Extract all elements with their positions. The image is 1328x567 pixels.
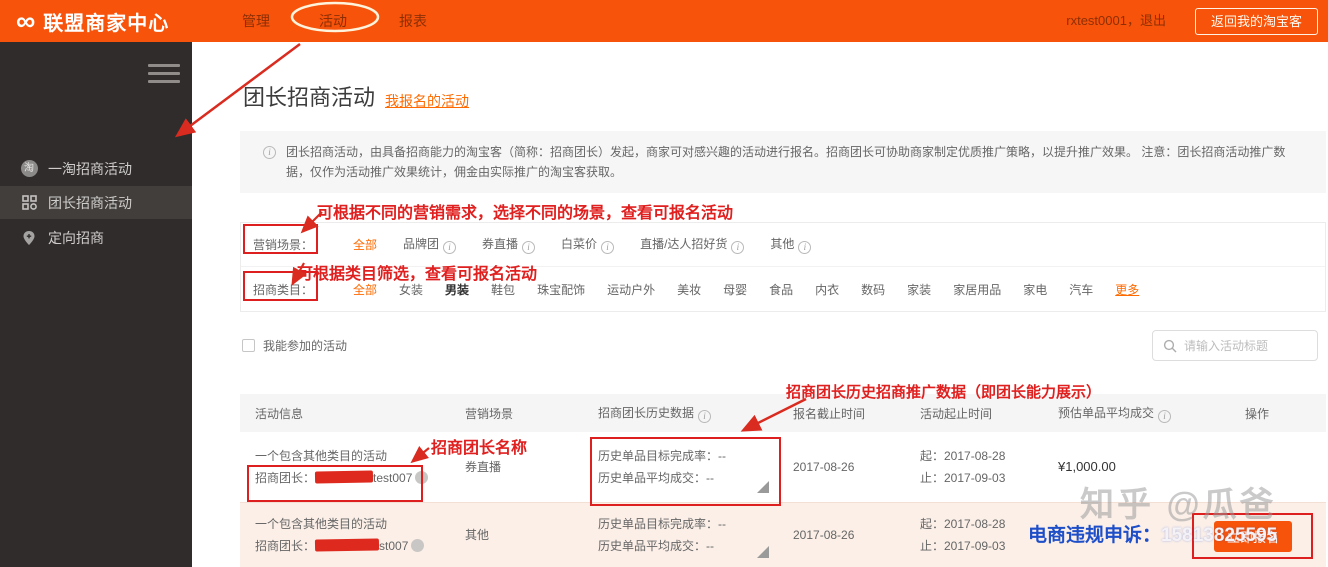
scene-cell: 其他 bbox=[465, 528, 490, 542]
grid-icon bbox=[20, 194, 38, 212]
apply-now-button[interactable]: 立即报名 bbox=[1214, 521, 1292, 552]
hamburger-menu-icon[interactable] bbox=[148, 59, 180, 88]
category-option[interactable]: 数码 bbox=[861, 281, 885, 298]
info-icon[interactable] bbox=[798, 241, 812, 254]
search-input[interactable] bbox=[1184, 338, 1304, 353]
redaction-scribble bbox=[314, 470, 374, 484]
actions-cell bbox=[1245, 432, 1326, 502]
leader-badge-icon[interactable] bbox=[411, 539, 425, 552]
table-header: 活动信息 营销场景 招商团长历史数据 报名截止时间 活动起止时间 预估单品平均成… bbox=[240, 394, 1326, 432]
history-cell: 历史单品目标完成率：-- 历史单品平均成交：-- bbox=[590, 503, 785, 567]
info-icon[interactable] bbox=[1158, 409, 1172, 423]
activity-title: 一个包含其他类目的活动 bbox=[255, 449, 388, 463]
category-option[interactable]: 家装 bbox=[907, 281, 931, 298]
scene-option-cheap[interactable]: 白菜价 bbox=[561, 235, 615, 254]
est-avg-cell: ¥1,000.00 bbox=[1058, 459, 1116, 474]
info-icon[interactable] bbox=[698, 409, 712, 423]
deadline-cell: 2017-08-26 bbox=[793, 528, 855, 542]
annotation-scene-hint: 可根据不同的营销需求，选择不同的场景，查看可报名活动 bbox=[317, 205, 734, 222]
category-option[interactable]: 家电 bbox=[1023, 281, 1047, 298]
dates-cell: 起：2017-08-28 止：2017-09-03 bbox=[920, 449, 1006, 485]
table-row: 一个包含其他类目的活动 招商团长： test007 券直播 历史单品目标完成率：-… bbox=[240, 432, 1326, 502]
checkbox[interactable] bbox=[242, 339, 255, 352]
col-actions: 操作 bbox=[1245, 406, 1270, 421]
nav-manage[interactable]: 管理 bbox=[242, 0, 270, 42]
info-icon[interactable] bbox=[522, 241, 536, 254]
annotation-leader-name: 招商团长名称 bbox=[431, 440, 528, 457]
info-icon[interactable] bbox=[443, 241, 457, 254]
category-option-more[interactable]: 更多 bbox=[1115, 281, 1139, 298]
category-option[interactable]: 家居用品 bbox=[953, 281, 1001, 298]
col-est-avg: 预估单品平均成交 bbox=[1040, 404, 1245, 423]
dates-cell: 起：2017-08-28 止：2017-09-03 bbox=[920, 517, 1006, 553]
leader-name: st007 bbox=[379, 539, 409, 553]
nav-activity[interactable]: 活动 bbox=[319, 0, 347, 42]
logout-link[interactable]: 退出 bbox=[1140, 13, 1166, 28]
scene-option-coupon-live[interactable]: 券直播 bbox=[482, 235, 536, 254]
col-leader-history: 招商团长历史数据 bbox=[590, 404, 785, 423]
my-joinable-filter[interactable]: 我能参加的活动 bbox=[242, 337, 347, 354]
scene-option-live-talent[interactable]: 直播/达人招好货 bbox=[640, 235, 745, 254]
leader-line: 招商团长： st007 bbox=[255, 535, 455, 557]
sidebar-item-etao-activity[interactable]: 一淘招商活动 bbox=[0, 152, 192, 185]
expand-corner-icon[interactable] bbox=[757, 481, 769, 493]
info-icon[interactable] bbox=[731, 241, 745, 254]
my-applied-activities-link[interactable]: 我报名的活动 bbox=[385, 91, 469, 111]
deadline-cell: 2017-08-26 bbox=[793, 460, 855, 474]
checkbox-label: 我能参加的活动 bbox=[263, 339, 348, 353]
top-header-bar: ∞ 联盟商家中心 管理 活动 报表 rxtest0001，退出 返回我的淘宝客 bbox=[0, 0, 1328, 42]
back-to-taobaoke-button[interactable]: 返回我的淘宝客 bbox=[1194, 8, 1318, 35]
scene-option-other[interactable]: 其他 bbox=[770, 235, 812, 254]
redaction-scribble bbox=[314, 538, 380, 552]
category-option[interactable]: 运动户外 bbox=[607, 281, 655, 298]
annotation-history-hint: 招商团长历史招商推广数据（即团长能力展示） bbox=[786, 384, 1102, 401]
tao-icon bbox=[20, 160, 38, 178]
scene-option-brand[interactable]: 品牌团 bbox=[403, 235, 457, 254]
scene-filter-label: 营销场景： bbox=[253, 238, 314, 252]
expand-corner-icon[interactable] bbox=[757, 546, 769, 558]
leader-line: 招商团长： test007 bbox=[255, 467, 455, 489]
logo-title: 联盟商家中心 bbox=[43, 12, 170, 35]
category-option[interactable]: 汽车 bbox=[1069, 281, 1093, 298]
sidebar-item-leader-activity[interactable]: 团长招商活动 bbox=[0, 186, 192, 219]
activity-title: 一个包含其他类目的活动 bbox=[255, 517, 388, 531]
category-option[interactable]: 内衣 bbox=[815, 281, 839, 298]
activity-info-cell: 一个包含其他类目的活动 招商团长： st007 bbox=[255, 503, 455, 567]
nav-report[interactable]: 报表 bbox=[399, 0, 427, 42]
col-activity-dates: 活动起止时间 bbox=[920, 406, 993, 421]
location-pin-icon bbox=[20, 229, 38, 247]
scene-option-all[interactable]: 全部 bbox=[353, 236, 377, 253]
activity-search bbox=[1152, 330, 1318, 361]
alimama-logo-icon: ∞ bbox=[16, 6, 36, 36]
category-option[interactable]: 珠宝配饰 bbox=[537, 281, 585, 298]
history-cell: 历史单品目标完成率：-- 历史单品平均成交：-- bbox=[590, 432, 785, 502]
info-notice: 团长招商活动，由具备招商能力的淘宝客（简称：招商团长）发起，商家可对感兴趣的活动… bbox=[240, 131, 1326, 193]
username: rxtest0001 bbox=[1066, 13, 1127, 28]
info-icon[interactable] bbox=[601, 241, 615, 254]
sidebar-item-targeted-merchants[interactable]: 定向招商 bbox=[0, 221, 192, 254]
user-session: rxtest0001，退出 bbox=[1066, 13, 1166, 28]
category-option[interactable]: 食品 bbox=[769, 281, 793, 298]
annotation-category-hint: 可根据类目筛选，查看可报名活动 bbox=[297, 266, 538, 283]
search-icon bbox=[1163, 339, 1177, 352]
leader-badge-icon[interactable] bbox=[415, 471, 429, 484]
leader-name: test007 bbox=[373, 471, 413, 485]
alimama-logo[interactable]: ∞ 联盟商家中心 bbox=[16, 0, 169, 42]
col-deadline: 报名截止时间 bbox=[793, 406, 866, 421]
info-icon bbox=[263, 146, 276, 159]
table-row: 一个包含其他类目的活动 招商团长： st007 其他 历史单品目标完成率：-- 历… bbox=[240, 502, 1326, 567]
activity-info-cell: 一个包含其他类目的活动 招商团长： test007 bbox=[255, 432, 455, 502]
page-title: 团长招商活动 bbox=[243, 85, 376, 110]
sidebar: 一淘招商活动 团长招商活动 定向招商 bbox=[0, 42, 192, 567]
col-activity-info: 活动信息 bbox=[255, 406, 304, 421]
category-option[interactable]: 美妆 bbox=[677, 281, 701, 298]
col-scene: 营销场景 bbox=[465, 406, 514, 421]
category-option[interactable]: 母婴 bbox=[723, 281, 747, 298]
